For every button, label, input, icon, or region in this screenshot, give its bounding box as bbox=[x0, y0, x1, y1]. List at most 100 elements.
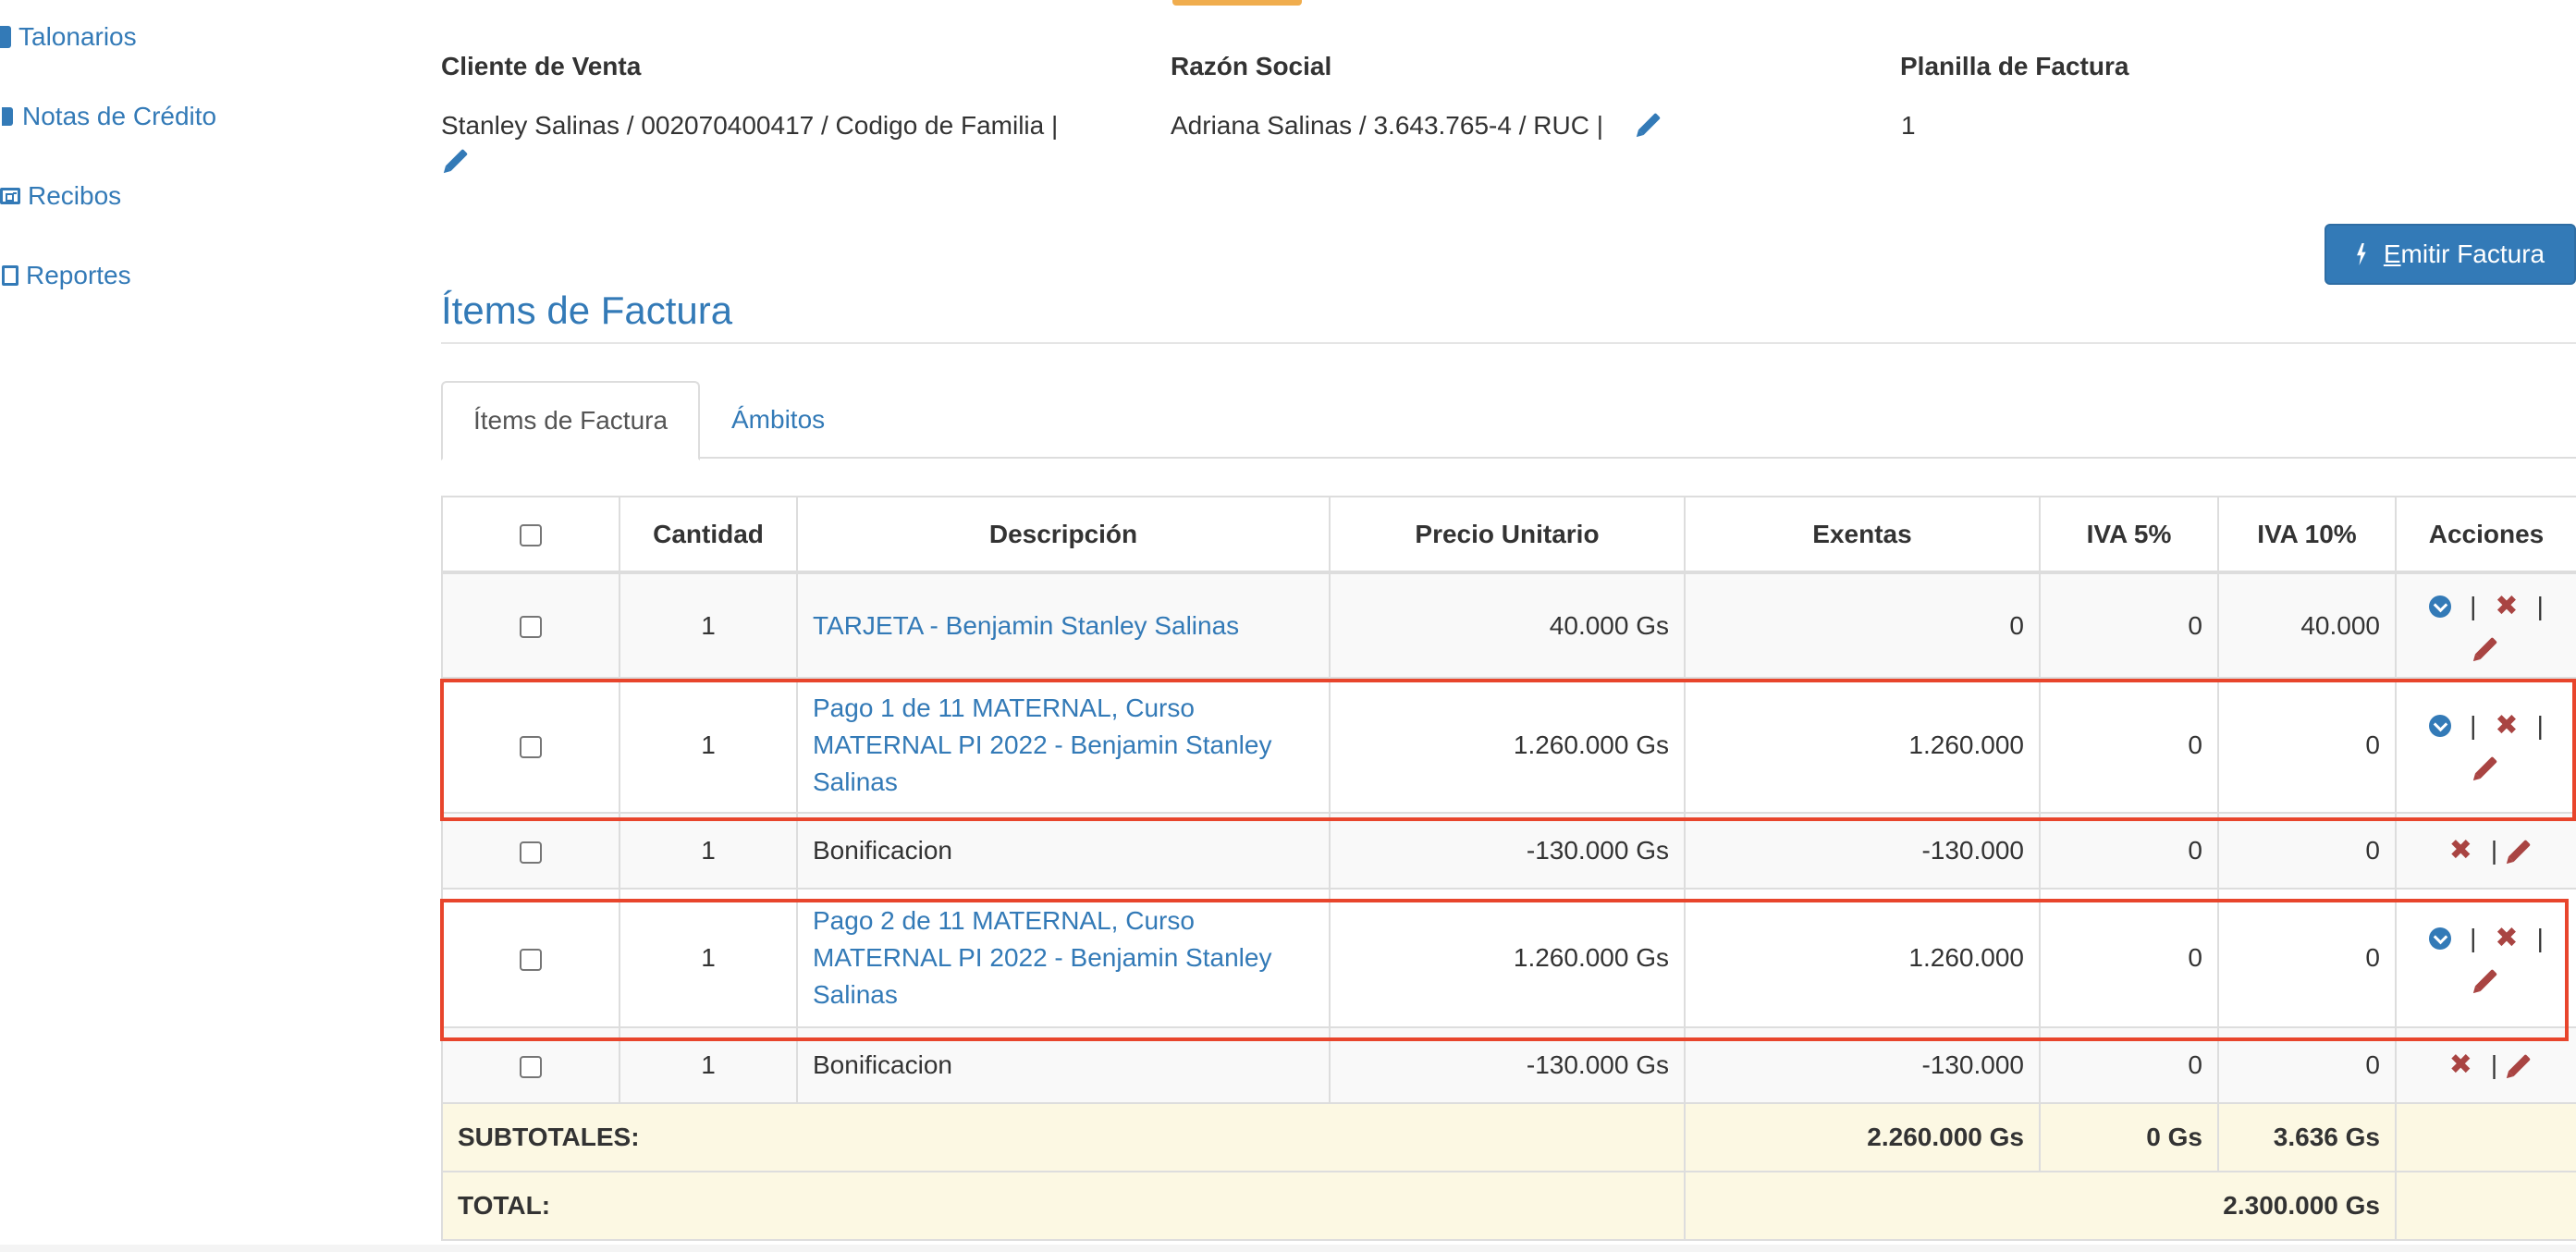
iva10-cell: 0 bbox=[2217, 677, 2397, 814]
column-header: Acciones bbox=[2395, 496, 2576, 574]
row-select-cell bbox=[441, 677, 620, 814]
chevron-down-circle-icon[interactable] bbox=[2429, 927, 2452, 950]
sidebar-item-talonarios[interactable]: Talonarios bbox=[0, 22, 137, 52]
bolt-icon bbox=[2357, 243, 2366, 265]
descripcion-link[interactable]: TARJETA - Benjamin Stanley Salinas bbox=[813, 611, 1239, 640]
column-header: Precio Unitario bbox=[1329, 496, 1686, 574]
chevron-down-circle-icon[interactable] bbox=[2429, 595, 2452, 618]
tabs: Ítems de Factura Ámbitos bbox=[441, 381, 2576, 460]
total-empty bbox=[2395, 1171, 2576, 1241]
separator: | bbox=[2470, 711, 2477, 740]
row-checkbox[interactable] bbox=[520, 616, 542, 639]
exentas-cell: 0 bbox=[1684, 571, 2041, 679]
acciones-cell: | ✖ | bbox=[2395, 888, 2576, 1028]
sidebar-item-label: Talonarios bbox=[18, 22, 137, 51]
row-checkbox[interactable] bbox=[520, 1055, 542, 1078]
total-label: TOTAL: bbox=[441, 1171, 1686, 1241]
document-icon bbox=[2, 265, 18, 286]
edit-pencil-icon[interactable] bbox=[2474, 755, 2498, 779]
select-all-header bbox=[441, 496, 620, 574]
cantidad-cell: 1 bbox=[619, 812, 798, 890]
row-select-cell bbox=[441, 1026, 620, 1104]
descripcion-link[interactable]: Pago 2 de 11 MATERNAL, Curso MATERNAL PI… bbox=[813, 906, 1271, 1009]
edit-pencil-icon[interactable] bbox=[2509, 839, 2532, 863]
table-row: 1 Bonificacion -130.000 Gs -130.000 0 0 … bbox=[441, 1026, 2576, 1104]
edit-pencil-icon[interactable] bbox=[2474, 636, 2498, 659]
column-header: Cantidad bbox=[619, 496, 798, 574]
exentas-cell: -130.000 bbox=[1684, 812, 2041, 890]
book-icon bbox=[0, 26, 11, 48]
iva5-cell: 0 bbox=[2039, 1026, 2219, 1104]
iva10-cell: 40.000 bbox=[2217, 571, 2397, 679]
edit-pencil-icon[interactable] bbox=[2474, 968, 2498, 992]
edit-cliente-pencil-icon[interactable] bbox=[445, 148, 469, 172]
tab-items-factura[interactable]: Ítems de Factura bbox=[441, 381, 700, 460]
column-header: Exentas bbox=[1684, 496, 2041, 574]
descripcion-cell: TARJETA - Benjamin Stanley Salinas bbox=[796, 571, 1331, 679]
table-row: 1 TARJETA - Benjamin Stanley Salinas 40.… bbox=[441, 571, 2576, 679]
descripcion-link[interactable]: Pago 1 de 11 MATERNAL, Curso MATERNAL PI… bbox=[813, 694, 1271, 796]
row-select-cell bbox=[441, 888, 620, 1028]
chevron-down-circle-icon[interactable] bbox=[2429, 715, 2452, 737]
acciones-cell: ✖ | bbox=[2395, 1026, 2576, 1104]
table-row: 1 Pago 2 de 11 MATERNAL, Curso MATERNAL … bbox=[441, 888, 2576, 1028]
delete-x-icon[interactable]: ✖ bbox=[2449, 1051, 2472, 1079]
items-table: Cantidad Descripción Precio Unitario Exe… bbox=[441, 496, 2576, 1241]
orange-tab-edge bbox=[1172, 0, 1302, 6]
sidebar-item-notas-credito[interactable]: Notas de Crédito bbox=[2, 102, 216, 131]
separator: | bbox=[2470, 924, 2477, 952]
delete-x-icon[interactable]: ✖ bbox=[2495, 925, 2518, 952]
separator: | bbox=[2470, 591, 2477, 620]
sidebar-item-label: Notas de Crédito bbox=[22, 102, 217, 130]
sidebar-item-recibos[interactable]: Recibos bbox=[0, 181, 121, 211]
row-select-cell bbox=[441, 571, 620, 679]
cliente-label: Cliente de Venta bbox=[441, 52, 642, 80]
emitir-accesskey: E bbox=[2383, 239, 2401, 268]
acciones-cell: | ✖ | bbox=[2395, 571, 2576, 679]
tab-ambitos[interactable]: Ámbitos bbox=[704, 381, 853, 459]
subtotal-iva5: 0 Gs bbox=[2039, 1102, 2219, 1172]
subtotal-empty bbox=[2395, 1102, 2576, 1172]
edit-pencil-icon[interactable] bbox=[2509, 1053, 2532, 1077]
table-row: 1 Pago 1 de 11 MATERNAL, Curso MATERNAL … bbox=[441, 677, 2576, 814]
cliente-value: Stanley Salinas / 002070400417 / Codigo … bbox=[441, 111, 1059, 140]
descripcion-cell: Bonificacion bbox=[796, 812, 1331, 890]
iva10-cell: 0 bbox=[2217, 1026, 2397, 1104]
sidebar-item-reportes[interactable]: Reportes bbox=[2, 261, 131, 290]
planilla-link[interactable]: 1 bbox=[1901, 111, 1916, 141]
iva5-cell: 0 bbox=[2039, 812, 2219, 890]
delete-x-icon[interactable]: ✖ bbox=[2495, 592, 2518, 620]
emitir-factura-button[interactable]: Emitir Factura bbox=[2325, 224, 2576, 285]
sidebar-item-label: Recibos bbox=[28, 181, 122, 210]
row-checkbox[interactable] bbox=[520, 735, 542, 758]
cantidad-cell: 1 bbox=[619, 677, 798, 814]
delete-x-icon[interactable]: ✖ bbox=[2495, 712, 2518, 740]
subtotales-label: SUBTOTALES: bbox=[441, 1102, 1686, 1172]
table-header-row: Cantidad Descripción Precio Unitario Exe… bbox=[441, 496, 2576, 574]
precio-cell: -130.000 Gs bbox=[1329, 1026, 1686, 1104]
delete-x-icon[interactable]: ✖ bbox=[2449, 837, 2472, 865]
separator: | bbox=[2490, 836, 2498, 865]
acciones-cell: | ✖ | bbox=[2395, 677, 2576, 814]
row-checkbox[interactable] bbox=[520, 841, 542, 864]
exentas-cell: 1.260.000 bbox=[1684, 677, 2041, 814]
iva10-cell: 0 bbox=[2217, 888, 2397, 1028]
column-header: IVA 5% bbox=[2039, 496, 2219, 574]
razon-social-value: Adriana Salinas / 3.643.765-4 / RUC | bbox=[1171, 111, 1603, 140]
cantidad-cell: 1 bbox=[619, 888, 798, 1028]
separator: | bbox=[2536, 924, 2544, 952]
iva5-cell: 0 bbox=[2039, 888, 2219, 1028]
bottom-edge bbox=[0, 1245, 2576, 1252]
acciones-cell: ✖ | bbox=[2395, 812, 2576, 890]
emitir-label: mitir Factura bbox=[2400, 239, 2545, 268]
subtotal-exentas: 2.260.000 Gs bbox=[1684, 1102, 2041, 1172]
cantidad-cell: 1 bbox=[619, 1026, 798, 1104]
precio-cell: 1.260.000 Gs bbox=[1329, 677, 1686, 814]
edit-razon-social-pencil-icon[interactable] bbox=[1638, 112, 1662, 136]
iva5-cell: 0 bbox=[2039, 571, 2219, 679]
subtotales-row: SUBTOTALES: 2.260.000 Gs 0 Gs 3.636 Gs bbox=[441, 1102, 2576, 1172]
subtotal-iva10: 3.636 Gs bbox=[2217, 1102, 2397, 1172]
column-header: Descripción bbox=[796, 496, 1331, 574]
select-all-checkbox[interactable] bbox=[520, 524, 542, 547]
row-checkbox[interactable] bbox=[520, 948, 542, 971]
